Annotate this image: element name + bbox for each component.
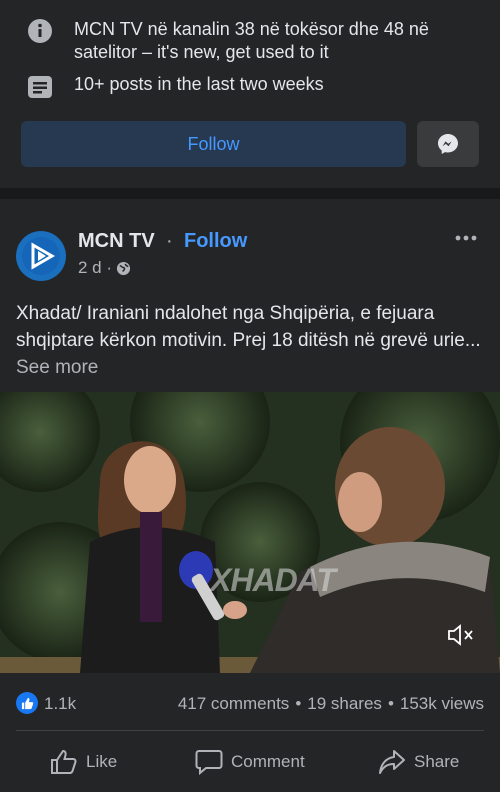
reactions-count[interactable]: 1.1k (44, 694, 76, 714)
more-horizontal-icon (455, 235, 477, 241)
page-avatar[interactable] (16, 231, 66, 281)
see-more-link[interactable]: See more (16, 357, 98, 378)
info-icon (26, 17, 54, 45)
share-arrow-icon (379, 750, 405, 774)
post-meta: 2 d · (78, 258, 131, 278)
post-follow-link[interactable]: Follow (184, 230, 247, 253)
messenger-button[interactable] (417, 121, 479, 167)
shares-count[interactable]: 19 shares (307, 694, 382, 714)
comment-label: Comment (231, 752, 305, 771)
video-watermark: XHADAT (210, 562, 336, 598)
posts-icon (26, 73, 54, 101)
like-label: Like (86, 752, 118, 771)
post-video[interactable]: XHADAT (0, 392, 500, 673)
post-time[interactable]: 2 d · (78, 258, 112, 278)
post-body: Xhadat/ Iraniani ndalohet nga Shqipëria,… (16, 300, 486, 381)
actions-divider (16, 730, 484, 731)
comment-button[interactable]: Comment (195, 744, 305, 780)
engagement-stats: 417 comments • 19 shares • 153k views (178, 694, 484, 714)
stats-dot: • (387, 694, 394, 713)
comment-icon (195, 750, 223, 775)
name-separator: · (166, 230, 173, 252)
post-text: Xhadat/ Iraniani ndalohet nga Shqipëria,… (16, 303, 481, 351)
post-more-options-button[interactable] (452, 226, 480, 250)
thumbs-up-icon (51, 749, 77, 774)
page-name-link[interactable]: MCN TV (78, 230, 155, 253)
globe-icon (116, 261, 131, 275)
like-button[interactable]: Like (50, 744, 117, 780)
mcn-logo-icon (22, 237, 60, 275)
views-count: 153k views (399, 694, 484, 713)
muted-speaker-icon (448, 624, 473, 646)
stats-dot: • (295, 694, 302, 713)
section-divider (0, 188, 500, 199)
posts-count-text: 10+ posts in the last two weeks (74, 74, 324, 94)
messenger-icon (438, 134, 458, 154)
comments-count[interactable]: 417 comments (178, 694, 290, 714)
share-label: Share (414, 752, 460, 771)
mute-button[interactable] (446, 622, 476, 648)
share-button[interactable]: Share (378, 744, 459, 780)
about-info-text: MCN TV në kanalin 38 në tokësor dhe 48 n… (74, 19, 429, 62)
follow-button[interactable]: Follow (21, 121, 406, 167)
like-reaction-icon[interactable] (16, 692, 38, 714)
